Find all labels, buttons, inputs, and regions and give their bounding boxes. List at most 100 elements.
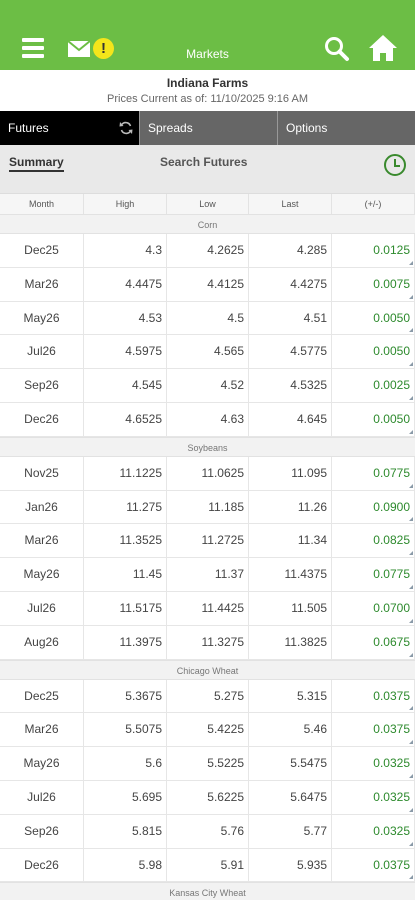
- row-last: 5.46: [249, 713, 332, 747]
- tab-futures-label: Futures: [8, 121, 49, 135]
- row-low: 11.3275: [167, 625, 249, 659]
- row-month: Dec25: [0, 234, 84, 267]
- table-row[interactable]: Dec26 5.98 5.91 5.935 0.0375: [0, 848, 415, 883]
- sub-navigation: Summary Search Futures: [0, 145, 415, 194]
- row-high: 4.545: [84, 369, 167, 402]
- home-icon[interactable]: [368, 34, 398, 62]
- refresh-icon[interactable]: [119, 121, 133, 135]
- row-low: 11.2725: [167, 524, 249, 558]
- row-month: Jan26: [0, 490, 84, 524]
- row-change: 0.0775: [332, 456, 415, 490]
- row-last: 11.26: [249, 490, 332, 524]
- row-last: 5.77: [249, 814, 332, 848]
- tab-spreads[interactable]: Spreads: [139, 111, 277, 145]
- row-month: Sep26: [0, 369, 84, 402]
- row-change: 0.0375: [332, 848, 415, 882]
- table-row[interactable]: Mar26 4.4475 4.4125 4.4275 0.0075: [0, 267, 415, 302]
- row-month: Mar26: [0, 713, 84, 747]
- column-change: (+/-): [332, 194, 415, 214]
- row-month: Jul26: [0, 335, 84, 369]
- row-month: Jul26: [0, 591, 84, 625]
- row-month: Sep26: [0, 814, 84, 848]
- row-last: 11.34: [249, 524, 332, 558]
- row-high: 5.98: [84, 848, 167, 882]
- row-low: 11.4425: [167, 591, 249, 625]
- top-bar: ! Markets: [0, 0, 415, 70]
- tab-futures[interactable]: Futures: [0, 111, 139, 145]
- summary-link[interactable]: Summary: [9, 155, 64, 172]
- tab-options[interactable]: Options: [277, 111, 415, 145]
- row-low: 4.4125: [167, 267, 249, 301]
- row-last: 4.51: [249, 301, 332, 335]
- row-month: Dec25: [0, 679, 84, 713]
- row-high: 4.4475: [84, 267, 167, 301]
- table-row[interactable]: Jul26 4.5975 4.565 4.5775 0.0050: [0, 335, 415, 370]
- row-change: 0.0375: [332, 713, 415, 747]
- table-row[interactable]: Jul26 5.695 5.6225 5.6475 0.0325: [0, 780, 415, 815]
- clock-icon[interactable]: [384, 154, 406, 176]
- row-change: 0.0050: [332, 402, 415, 436]
- table-row[interactable]: Mar26 5.5075 5.4225 5.46 0.0375: [0, 713, 415, 748]
- row-change: 0.0075: [332, 267, 415, 301]
- row-last: 4.285: [249, 234, 332, 267]
- row-low: 4.565: [167, 335, 249, 369]
- row-last: 4.5775: [249, 335, 332, 369]
- row-last: 11.4375: [249, 558, 332, 591]
- row-last: 5.5475: [249, 747, 332, 780]
- tab-options-label: Options: [286, 121, 328, 135]
- row-low: 4.2625: [167, 234, 249, 267]
- row-last: 5.935: [249, 848, 332, 882]
- row-last: 11.505: [249, 591, 332, 625]
- row-last: 5.315: [249, 679, 332, 713]
- row-change: 0.0125: [332, 234, 415, 267]
- table-row[interactable]: Mar26 11.3525 11.2725 11.34 0.0825: [0, 524, 415, 559]
- row-change: 0.0325: [332, 747, 415, 780]
- row-change: 0.0675: [332, 625, 415, 659]
- group-header: Kansas City Wheat: [0, 882, 415, 900]
- row-change: 0.0050: [332, 335, 415, 369]
- row-low: 11.185: [167, 490, 249, 524]
- table-row[interactable]: Dec26 4.6525 4.63 4.645 0.0050: [0, 402, 415, 437]
- futures-table: Corn Dec25 4.3 4.2625 4.285 0.0125 Mar26 4.4475…: [0, 214, 415, 900]
- row-high: 5.3675: [84, 679, 167, 713]
- column-low: Low: [167, 194, 249, 214]
- row-change: 0.0375: [332, 679, 415, 713]
- table-row[interactable]: May26 4.53 4.5 4.51 0.0050: [0, 301, 415, 336]
- row-month: Nov25: [0, 456, 84, 490]
- row-month: May26: [0, 301, 84, 335]
- row-high: 5.6: [84, 747, 167, 780]
- row-month: May26: [0, 558, 84, 591]
- search-icon[interactable]: [324, 36, 350, 62]
- row-high: 5.5075: [84, 713, 167, 747]
- row-low: 5.5225: [167, 747, 249, 780]
- row-change: 0.0325: [332, 814, 415, 848]
- table-row[interactable]: May26 11.45 11.37 11.4375 0.0775: [0, 558, 415, 592]
- row-last: 4.645: [249, 402, 332, 436]
- table-row[interactable]: Dec25 4.3 4.2625 4.285 0.0125: [0, 234, 415, 268]
- table-row[interactable]: May26 5.6 5.5225 5.5475 0.0325: [0, 747, 415, 781]
- row-low: 5.76: [167, 814, 249, 848]
- search-futures-link[interactable]: Search Futures: [160, 155, 247, 169]
- table-row[interactable]: Aug26 11.3975 11.3275 11.3825 0.0675: [0, 625, 415, 660]
- row-high: 5.815: [84, 814, 167, 848]
- row-high: 4.5975: [84, 335, 167, 369]
- row-last: 11.095: [249, 456, 332, 490]
- row-high: 4.53: [84, 301, 167, 335]
- page-title: Markets: [186, 47, 229, 61]
- row-low: 4.5: [167, 301, 249, 335]
- row-high: 5.695: [84, 780, 167, 814]
- row-last: 4.5325: [249, 369, 332, 402]
- table-row[interactable]: Dec25 5.3675 5.275 5.315 0.0375: [0, 679, 415, 714]
- table-row[interactable]: Jul26 11.5175 11.4425 11.505 0.0700: [0, 591, 415, 626]
- row-change: 0.0325: [332, 780, 415, 814]
- row-low: 11.0625: [167, 456, 249, 490]
- table-row[interactable]: Sep26 5.815 5.76 5.77 0.0325: [0, 814, 415, 849]
- row-high: 11.5175: [84, 591, 167, 625]
- table-row[interactable]: Nov25 11.1225 11.0625 11.095 0.0775: [0, 456, 415, 491]
- table-row[interactable]: Jan26 11.275 11.185 11.26 0.0900: [0, 490, 415, 525]
- table-row[interactable]: Sep26 4.545 4.52 4.5325 0.0025: [0, 369, 415, 403]
- row-low: 11.37: [167, 558, 249, 591]
- row-month: Aug26: [0, 625, 84, 659]
- row-high: 4.3: [84, 234, 167, 267]
- row-low: 5.91: [167, 848, 249, 882]
